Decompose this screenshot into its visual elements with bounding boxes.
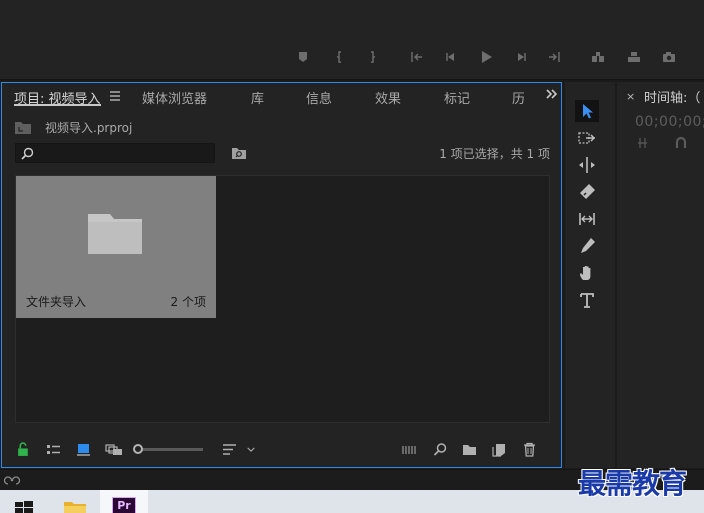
tab-libraries[interactable]: 库: [251, 88, 264, 107]
icon-view-icon[interactable]: [75, 441, 91, 457]
ripple-edit-icon[interactable]: [575, 154, 599, 176]
tab-effects[interactable]: 效果: [375, 88, 401, 107]
new-search-bin-icon[interactable]: [231, 146, 247, 160]
sort-dropdown-icon[interactable]: [245, 441, 257, 457]
track-select-icon[interactable]: [575, 127, 599, 149]
find-icon[interactable]: [432, 441, 448, 457]
tab-project[interactable]: 项目: 视频导入: [14, 88, 101, 107]
freeform-view-icon[interactable]: [104, 441, 124, 457]
search-input[interactable]: [15, 143, 215, 163]
hand-icon[interactable]: [575, 262, 599, 284]
watermark-logo: 最需教育: [578, 467, 687, 500]
new-item-icon[interactable]: [491, 441, 507, 457]
play-icon[interactable]: [477, 48, 495, 66]
file-explorer-icon[interactable]: [63, 499, 87, 513]
timeline-panel: × 时间轴:（ 00;00;00;: [617, 82, 704, 468]
list-view-icon[interactable]: [45, 441, 61, 457]
type-icon[interactable]: [575, 289, 599, 311]
bin-item-count: 2 个项: [170, 295, 206, 309]
insert-icon[interactable]: [589, 48, 607, 66]
timeline-title[interactable]: 时间轴:（: [644, 87, 700, 106]
tab-history[interactable]: 历: [512, 88, 524, 106]
folder-icon: [86, 212, 144, 256]
bin-name: 文件夹导入: [26, 295, 87, 309]
go-to-in-icon[interactable]: [408, 48, 426, 66]
slip-icon[interactable]: [575, 208, 599, 230]
windows-start-icon[interactable]: [15, 500, 33, 513]
program-monitor-strip: [0, 0, 704, 80]
trash-icon[interactable]: [521, 441, 537, 457]
step-back-icon[interactable]: [442, 48, 460, 66]
creative-cloud-icon[interactable]: [4, 473, 20, 487]
panel-menu-icon[interactable]: [109, 89, 121, 103]
selection-status: 1 项已选择，共 1 项: [439, 147, 550, 161]
project-file-icon: [14, 121, 32, 135]
tab-info[interactable]: 信息: [306, 88, 332, 107]
pen-icon[interactable]: [575, 235, 599, 257]
tools-panel: [565, 82, 615, 468]
zoom-slider[interactable]: [133, 444, 203, 454]
project-panel: 项目: 视频导入 媒体浏览器 库 信息 效果 标记 历 视频导入.prproj …: [1, 82, 562, 468]
export-frame-icon[interactable]: [660, 48, 678, 66]
taskbar-premiere-tile[interactable]: Pr: [100, 490, 148, 513]
mark-out-icon[interactable]: [363, 48, 381, 66]
step-forward-icon[interactable]: [512, 48, 530, 66]
timeline-timecode[interactable]: 00;00;00;: [635, 114, 704, 130]
mark-in-icon[interactable]: [331, 48, 349, 66]
razor-icon[interactable]: [575, 181, 599, 203]
tab-markers[interactable]: 标记: [444, 88, 470, 107]
selection-tool-icon[interactable]: [575, 100, 599, 122]
bin-item[interactable]: 文件夹导入 2 个项: [16, 176, 216, 318]
premiere-pro-icon: Pr: [112, 497, 136, 513]
zoom-slider-thumb[interactable]: [133, 444, 143, 454]
tab-overflow-icon[interactable]: [545, 87, 559, 103]
new-bin-icon[interactable]: [461, 441, 477, 457]
timeline-snap-icons: [637, 136, 697, 150]
sort-icon[interactable]: [221, 441, 237, 457]
overwrite-icon[interactable]: [625, 48, 643, 66]
automate-to-sequence-icon[interactable]: [400, 441, 420, 457]
go-to-out-icon[interactable]: [545, 48, 563, 66]
lock-icon[interactable]: [15, 441, 31, 457]
tab-media-browser[interactable]: 媒体浏览器: [142, 88, 207, 107]
search-icon: [21, 147, 34, 160]
add-marker-icon[interactable]: [294, 48, 312, 66]
close-icon[interactable]: ×: [626, 90, 635, 103]
project-items-grid[interactable]: 文件夹导入 2 个项: [15, 175, 550, 423]
project-file-name: 视频导入.prproj: [45, 121, 133, 135]
